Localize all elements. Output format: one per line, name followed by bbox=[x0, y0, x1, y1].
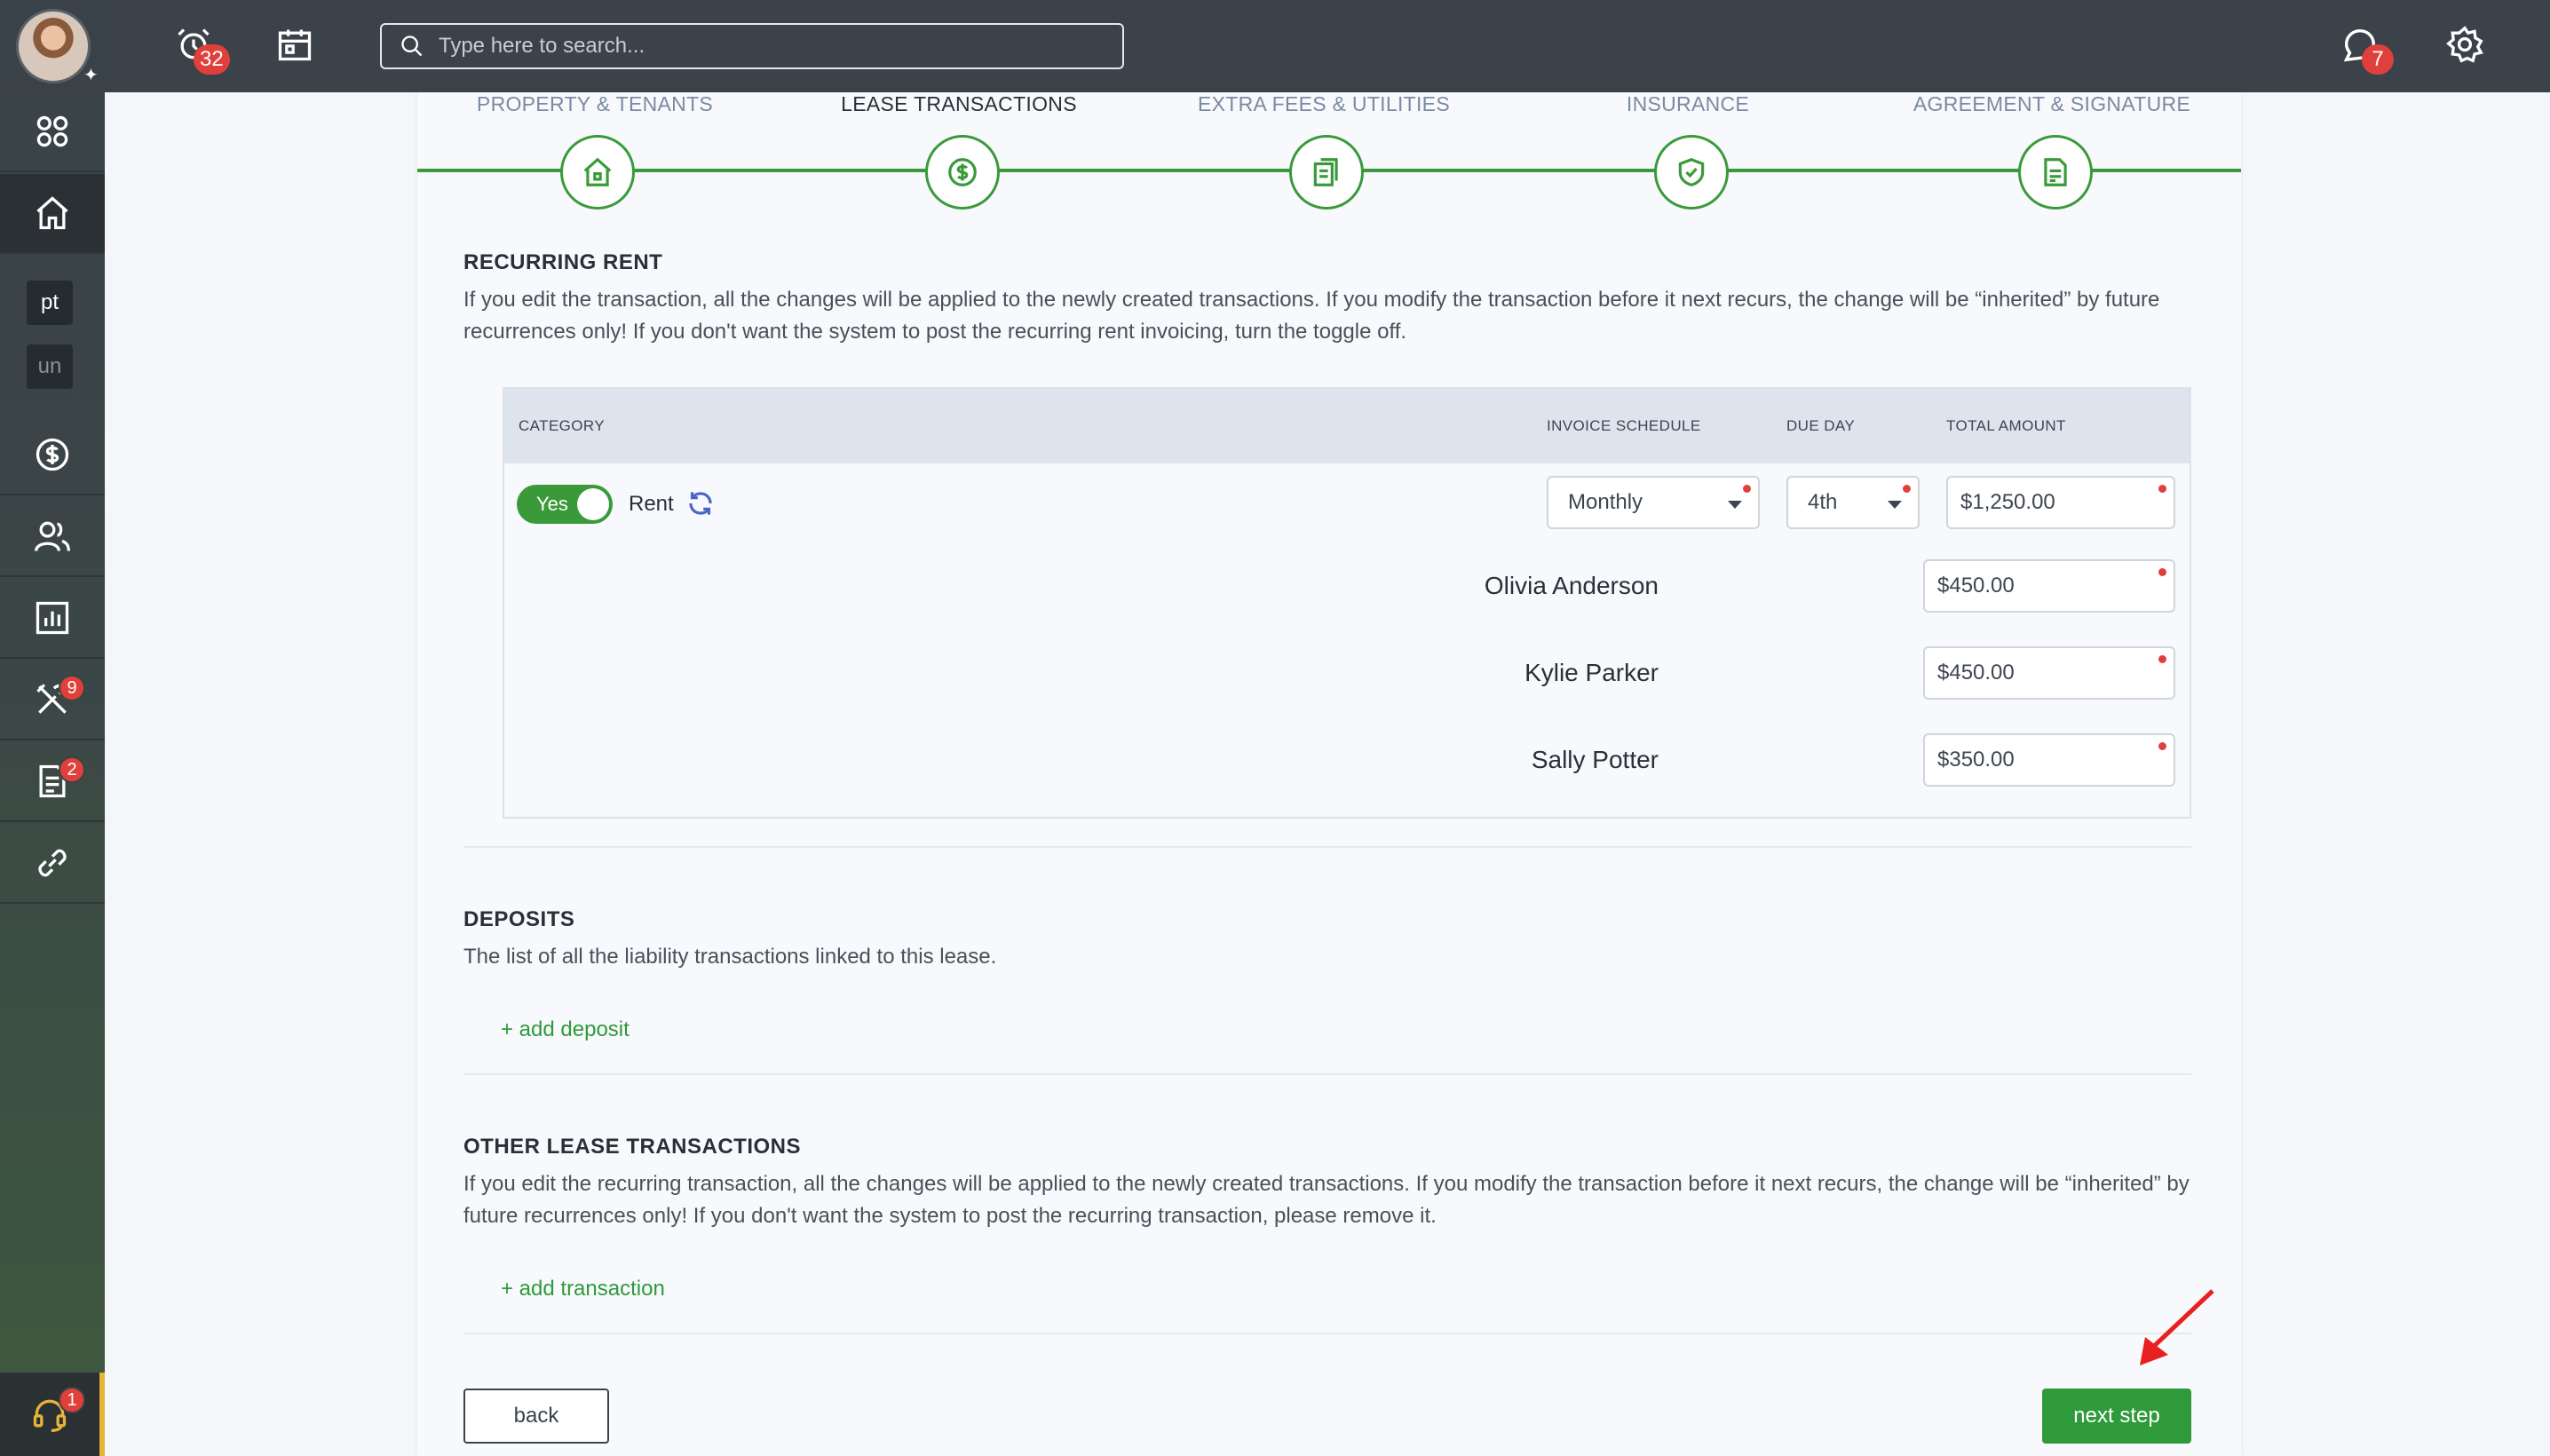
calendar-icon bbox=[278, 29, 312, 61]
column-header-category: CATEGORY bbox=[519, 417, 606, 434]
due-day-value: 4th bbox=[1808, 490, 1838, 514]
shield-icon bbox=[1678, 158, 1705, 186]
tenant-amount-value: $450.00 bbox=[1937, 661, 2015, 684]
support-button[interactable]: 1 bbox=[0, 1373, 105, 1456]
tenant-name-kylie: Kylie Parker bbox=[1524, 659, 1659, 686]
invoice-schedule-select[interactable]: Monthly bbox=[1547, 476, 1760, 529]
search-input[interactable] bbox=[439, 34, 1113, 59]
add-deposit-link[interactable]: + add deposit bbox=[501, 1017, 630, 1042]
other-transactions-title: OTHER LEASE TRANSACTIONS bbox=[463, 1135, 802, 1159]
file-icon bbox=[2044, 158, 2067, 186]
tenant-name-olivia: Olivia Anderson bbox=[1484, 572, 1659, 599]
sidebar-item-accounting[interactable] bbox=[0, 415, 105, 495]
sidebar-item-apps[interactable] bbox=[0, 92, 105, 172]
search-box[interactable] bbox=[380, 23, 1124, 69]
dollar-icon bbox=[948, 158, 977, 186]
section-divider bbox=[463, 846, 2191, 848]
tenant-amount-value: $450.00 bbox=[1937, 574, 2015, 597]
required-indicator bbox=[2158, 568, 2166, 576]
documents-badge: 2 bbox=[59, 756, 85, 783]
step-label-insurance[interactable]: INSURANCE bbox=[1519, 92, 1857, 116]
sidebar-item-people[interactable] bbox=[0, 497, 105, 577]
home-icon bbox=[36, 196, 68, 230]
step-agreement[interactable] bbox=[2018, 135, 2093, 210]
sidebar-chip-un[interactable]: un bbox=[27, 344, 73, 389]
top-bar: 32 7 bbox=[105, 0, 2550, 92]
recurring-rent-table: CATEGORY INVOICE SCHEDULE DUE DAY TOTAL … bbox=[503, 387, 2191, 819]
due-day-select[interactable]: 4th bbox=[1786, 476, 1920, 529]
chat-button[interactable]: 7 bbox=[2335, 20, 2394, 75]
tenant-amount-kylie[interactable]: $450.00 bbox=[1923, 646, 2175, 700]
tenant-amount-value: $350.00 bbox=[1937, 748, 2015, 772]
recurring-rent-title: RECURRING RENT bbox=[463, 250, 663, 274]
rent-posting-toggle[interactable]: Yes bbox=[517, 485, 613, 524]
recurring-icon bbox=[689, 492, 712, 515]
bar-chart-icon bbox=[36, 601, 69, 635]
chevron-down-icon bbox=[1728, 501, 1742, 509]
support-badge: 1 bbox=[59, 1387, 85, 1413]
deposits-title: DEPOSITS bbox=[463, 907, 575, 931]
total-amount-field[interactable]: $1,250.00 bbox=[1946, 476, 2175, 529]
people-icon bbox=[35, 521, 70, 551]
step-property-tenants[interactable] bbox=[560, 135, 635, 210]
step-extra-fees[interactable] bbox=[1289, 135, 1364, 210]
total-amount-value: $1,250.00 bbox=[1960, 490, 2055, 514]
column-header-invoice-schedule: INVOICE SCHEDULE bbox=[1547, 417, 1701, 434]
toggle-label: Yes bbox=[536, 493, 568, 515]
other-transactions-description: If you edit the recurring transaction, a… bbox=[463, 1172, 2190, 1228]
invoice-schedule-value: Monthly bbox=[1568, 490, 1643, 514]
tenant-amount-olivia[interactable]: $450.00 bbox=[1923, 559, 2175, 613]
search-icon bbox=[401, 36, 423, 57]
sidebar: ✦ pt un 9 2 1 bbox=[0, 0, 105, 1456]
maintenance-badge: 9 bbox=[59, 675, 85, 701]
avatar[interactable] bbox=[16, 9, 91, 83]
required-indicator bbox=[2158, 655, 2166, 663]
gear-icon bbox=[2446, 26, 2483, 63]
annotation-arrow-icon bbox=[2140, 1289, 2214, 1365]
dollar-circle-icon bbox=[36, 438, 69, 471]
required-indicator bbox=[1903, 485, 1911, 493]
documents-icon bbox=[1313, 158, 1338, 186]
section-divider bbox=[463, 1073, 2191, 1075]
step-label-extra-fees[interactable]: EXTRA FEES & UTILITIES bbox=[1155, 92, 1493, 116]
step-label-agreement[interactable]: AGREEMENT & SIGNATURE bbox=[1883, 92, 2221, 116]
sidebar-item-maintenance[interactable]: 9 bbox=[0, 661, 105, 740]
category-rent-label: Rent bbox=[629, 492, 674, 516]
step-insurance[interactable] bbox=[1654, 135, 1729, 210]
sidebar-item-links[interactable] bbox=[0, 824, 105, 904]
alarm-badge: 32 bbox=[194, 44, 230, 75]
section-divider bbox=[463, 1333, 2191, 1334]
tenant-name-sally: Sally Potter bbox=[1531, 746, 1659, 773]
table-header: CATEGORY INVOICE SCHEDULE DUE DAY TOTAL … bbox=[504, 389, 2190, 463]
link-icon bbox=[38, 849, 67, 877]
deposits-description: The list of all the liability transactio… bbox=[463, 945, 997, 969]
step-lease-transactions[interactable] bbox=[925, 135, 1000, 210]
calendar-button[interactable] bbox=[270, 20, 320, 69]
recurring-rent-description: If you edit the transaction, all the cha… bbox=[463, 288, 2160, 344]
required-indicator bbox=[2158, 742, 2166, 750]
sidebar-item-documents[interactable]: 2 bbox=[0, 742, 105, 822]
toggle-knob bbox=[577, 488, 609, 520]
tenant-amount-sally[interactable]: $350.00 bbox=[1923, 733, 2175, 787]
chat-badge: 7 bbox=[2362, 44, 2394, 75]
chevron-down-icon bbox=[1888, 501, 1902, 509]
house-icon bbox=[583, 157, 612, 186]
settings-button[interactable] bbox=[2440, 20, 2490, 69]
step-label-property-tenants[interactable]: PROPERTY & TENANTS bbox=[426, 92, 764, 116]
sidebar-chip-pt[interactable]: pt bbox=[27, 281, 73, 325]
next-step-button[interactable]: next step bbox=[2042, 1389, 2191, 1444]
required-indicator bbox=[1743, 485, 1751, 493]
column-header-due-day: DUE DAY bbox=[1786, 417, 1856, 434]
sidebar-item-reports[interactable] bbox=[0, 579, 105, 659]
apps-grid-icon bbox=[36, 115, 68, 147]
step-label-lease-transactions[interactable]: LEASE TRANSACTIONS bbox=[790, 92, 1128, 116]
alarm-button[interactable]: 32 bbox=[169, 20, 230, 75]
required-indicator bbox=[2158, 485, 2166, 493]
pin-icon: ✦ bbox=[83, 66, 99, 85]
back-button[interactable]: back bbox=[463, 1389, 609, 1444]
column-header-total-amount: TOTAL AMOUNT bbox=[1946, 417, 2066, 434]
add-transaction-link[interactable]: + add transaction bbox=[501, 1277, 665, 1302]
sidebar-item-home[interactable] bbox=[0, 174, 105, 254]
